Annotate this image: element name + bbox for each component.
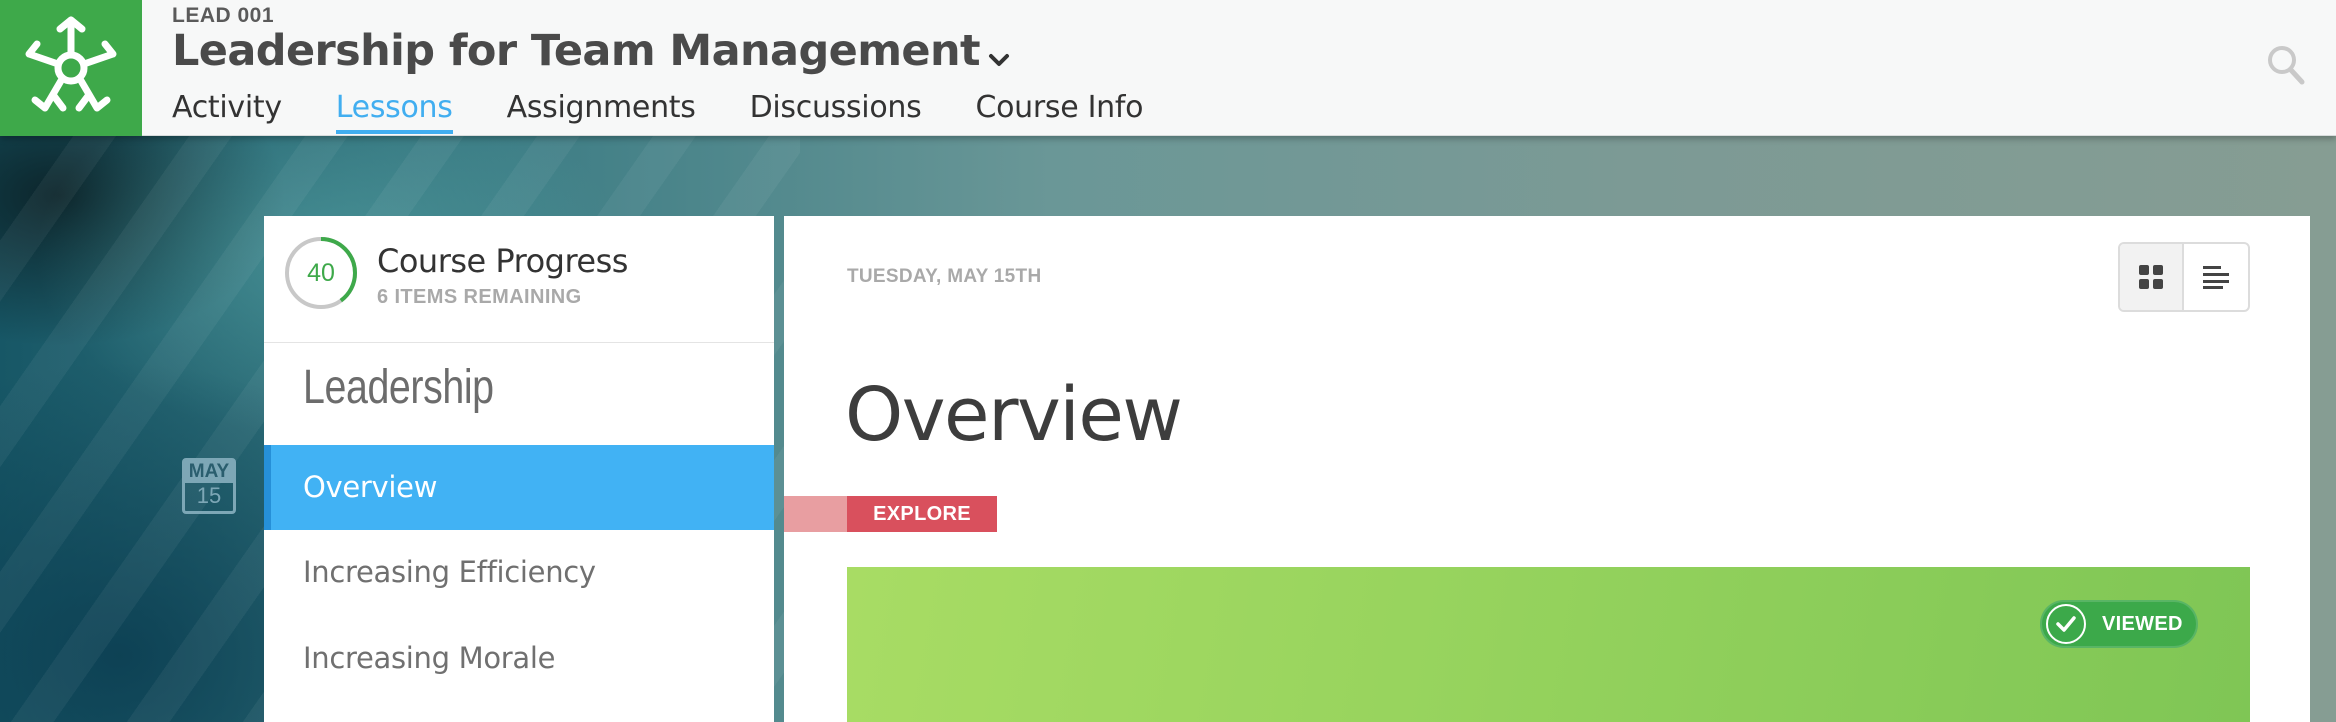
lesson-content: TUESDAY, MAY 15TH Overview EXPLORE VIEWE…	[784, 216, 2310, 722]
lesson-hero-card[interactable]: VIEWED	[847, 567, 2250, 722]
date-badge-month: MAY	[185, 461, 233, 483]
lesson-item-overview[interactable]: Overview	[264, 445, 774, 530]
search-icon	[2268, 46, 2305, 85]
progress-value: 40	[307, 258, 335, 287]
items-remaining: 6 ITEMS REMAINING	[377, 286, 582, 308]
tag-label: EXPLORE	[847, 496, 997, 532]
logo-star-icon	[25, 16, 117, 112]
progress-label: Course Progress	[377, 242, 628, 280]
chevron-down-icon[interactable]	[988, 29, 1010, 79]
grid-view-icon	[2139, 265, 2163, 289]
lesson-date: TUESDAY, MAY 15TH	[847, 266, 1042, 287]
viewed-badge: VIEWED	[2040, 600, 2198, 648]
tab-assignments[interactable]: Assignments	[507, 90, 696, 136]
course-progress[interactable]: 40 Course Progress 6 ITEMS REMAINING	[264, 216, 774, 343]
date-badge: MAY 15	[182, 458, 236, 514]
lesson-item-increasing-morale[interactable]: Increasing Morale	[264, 616, 774, 701]
course-header: LEAD 001 Leadership for Team Management …	[0, 0, 2336, 136]
search-button[interactable]	[2266, 44, 2306, 86]
date-badge-day: 15	[196, 483, 222, 508]
check-icon	[2046, 604, 2086, 644]
course-title-dropdown[interactable]: Leadership for Team Management	[172, 26, 1010, 79]
lessons-sidebar: 40 Course Progress 6 ITEMS REMAINING Lea…	[264, 216, 774, 722]
list-view-button[interactable]	[2184, 244, 2248, 310]
lesson-title: Overview	[845, 372, 1183, 458]
course-title: Leadership for Team Management	[172, 26, 981, 76]
viewed-label: VIEWED	[2102, 612, 2183, 635]
grid-view-button[interactable]	[2120, 244, 2185, 310]
course-nav: Activity Lessons Assignments Discussions…	[172, 90, 1197, 136]
tab-activity[interactable]: Activity	[172, 90, 282, 136]
course-code: LEAD 001	[172, 4, 275, 27]
tag-stub	[784, 496, 847, 532]
tab-discussions[interactable]: Discussions	[750, 90, 922, 136]
logo[interactable]	[0, 0, 142, 136]
lesson-item-increasing-efficiency[interactable]: Increasing Efficiency	[264, 530, 774, 615]
explore-tag: EXPLORE	[784, 496, 997, 532]
tab-course-info[interactable]: Course Info	[975, 90, 1143, 136]
list-view-icon	[2203, 266, 2229, 289]
section-title: Leadership	[303, 361, 494, 414]
view-toggle	[2118, 242, 2250, 312]
tab-lessons[interactable]: Lessons	[335, 90, 453, 136]
